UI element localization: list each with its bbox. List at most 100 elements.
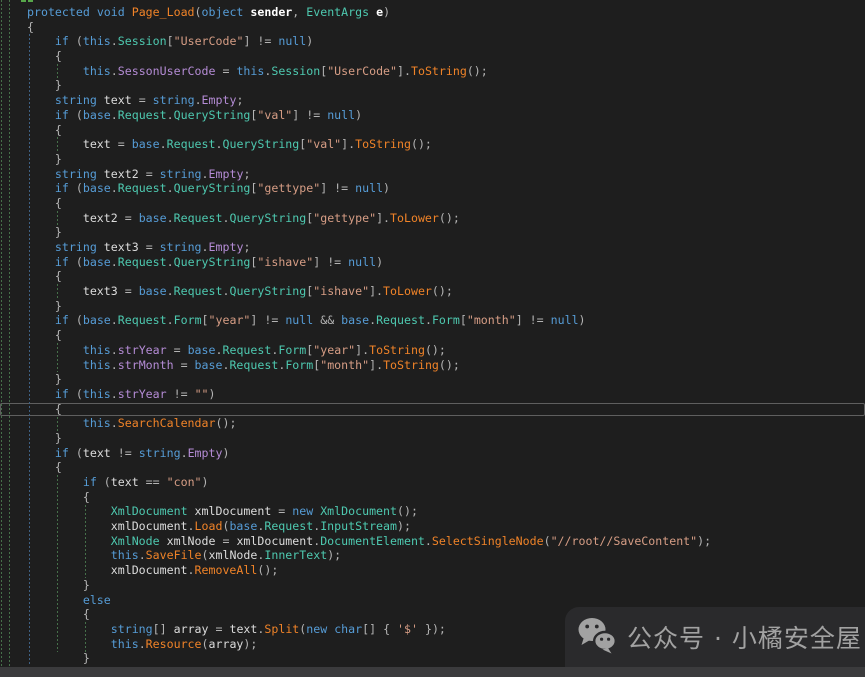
- code-line[interactable]: this.SaveFile(xmlNode.InnerText);: [27, 548, 865, 563]
- code-token: ] !=: [320, 181, 355, 195]
- code-token: ();: [439, 211, 460, 225]
- code-token: .: [425, 313, 432, 327]
- code-line[interactable]: this.strYear = base.Request.Form["year"]…: [27, 343, 865, 358]
- code-line[interactable]: if (base.Request.QueryString["ishave"] !…: [27, 255, 865, 270]
- code-line[interactable]: XmlNode xmlNode = xmlDocument.DocumentEl…: [27, 534, 865, 549]
- code-token: .: [111, 181, 118, 195]
- code-line[interactable]: {: [27, 123, 865, 138]
- code-token: {: [55, 269, 62, 283]
- code-line[interactable]: text2 = base.Request.QueryString["gettyp…: [27, 211, 865, 226]
- code-token: !=: [111, 446, 139, 460]
- code-line[interactable]: protected void Page_Load(object sender, …: [27, 5, 865, 20]
- code-line[interactable]: text = base.Request.QueryString["val"].T…: [27, 137, 865, 152]
- code-token: .: [111, 358, 118, 372]
- code-token: ToString: [369, 343, 425, 357]
- code-token: if: [55, 181, 69, 195]
- code-token: "//root//SaveContent": [551, 534, 698, 548]
- code-line[interactable]: if (text == "con"): [27, 475, 865, 490]
- code-token: Request: [118, 181, 167, 195]
- code-line[interactable]: }: [27, 152, 865, 167]
- code-token: [: [202, 313, 209, 327]
- code-line[interactable]: {: [27, 328, 865, 343]
- code-token: [27, 78, 55, 92]
- watermark-badge: 公众号 · 小橘安全屋: [565, 607, 865, 667]
- code-line[interactable]: if (base.Request.Form["year"] != null &&…: [27, 313, 865, 328]
- code-token: ();: [215, 416, 236, 430]
- code-line[interactable]: if (base.Request.QueryString["val"] != n…: [27, 108, 865, 123]
- code-token: [27, 167, 55, 181]
- code-token: [27, 49, 55, 63]
- code-token: {: [55, 196, 62, 210]
- code-token: ToLower: [390, 211, 439, 225]
- code-line[interactable]: XmlDocument xmlDocument = new XmlDocumen…: [27, 504, 865, 519]
- code-line[interactable]: text3 = base.Request.QueryString["ishave…: [27, 284, 865, 299]
- code-token: object: [202, 5, 244, 19]
- code-token: "": [195, 387, 209, 401]
- code-token: .: [167, 181, 174, 195]
- code-token: Empty: [209, 167, 244, 181]
- code-line[interactable]: }: [27, 78, 865, 93]
- code-token: '$': [397, 622, 418, 636]
- code-token: ToLower: [383, 284, 432, 298]
- code-line[interactable]: {: [27, 49, 865, 64]
- code-token: null: [551, 313, 579, 327]
- code-token: .: [111, 387, 118, 401]
- code-line[interactable]: string text3 = string.Empty;: [27, 240, 865, 255]
- code-line[interactable]: if (this.Session["UserCode"] != null): [27, 34, 865, 49]
- code-line[interactable]: xmlDocument.Load(base.Request.InputStrea…: [27, 519, 865, 534]
- code-line[interactable]: {: [27, 20, 865, 35]
- code-token: strMonth: [118, 358, 174, 372]
- code-token: }: [83, 578, 90, 592]
- code-token: ] !=: [243, 34, 278, 48]
- code-line[interactable]: this.strMonth = base.Request.Form["month…: [27, 358, 865, 373]
- code-line[interactable]: }: [27, 299, 865, 314]
- code-line[interactable]: xmlDocument.RemoveAll();: [27, 563, 865, 578]
- code-token: if: [83, 475, 97, 489]
- code-line[interactable]: if (base.Request.QueryString["gettype"] …: [27, 181, 865, 196]
- code-token: e: [376, 5, 383, 19]
- code-token: null: [348, 255, 376, 269]
- code-token: this: [111, 637, 139, 651]
- code-token: ] !=: [292, 108, 327, 122]
- code-token: }: [55, 78, 62, 92]
- code-token: Session: [271, 64, 320, 78]
- code-line[interactable]: {: [27, 269, 865, 284]
- code-area[interactable]: protected void Page_Load(object sender, …: [0, 0, 865, 667]
- code-token: =: [215, 64, 236, 78]
- code-line[interactable]: string text = string.Empty;: [27, 93, 865, 108]
- code-token: [90, 5, 97, 19]
- code-line[interactable]: }: [27, 431, 865, 446]
- code-token: SelectSingleNode: [432, 534, 544, 548]
- code-line[interactable]: string text2 = string.Empty;: [27, 167, 865, 182]
- code-token: [27, 328, 55, 342]
- code-line[interactable]: if (this.strYear != ""): [27, 387, 865, 402]
- code-token: =: [118, 137, 132, 151]
- code-line[interactable]: {: [27, 196, 865, 211]
- code-token: new: [292, 504, 313, 518]
- code-line[interactable]: }: [27, 578, 865, 593]
- code-line[interactable]: if (text != string.Empty): [27, 446, 865, 461]
- code-token: {: [27, 20, 34, 34]
- code-token: .: [111, 416, 118, 430]
- code-token: (: [97, 475, 111, 489]
- code-line[interactable]: }: [27, 225, 865, 240]
- code-token: {: [55, 49, 62, 63]
- code-token: [27, 34, 55, 48]
- code-token: ): [383, 5, 390, 19]
- code-line[interactable]: {: [27, 460, 865, 475]
- code-token: .: [111, 64, 118, 78]
- code-token: "val": [306, 137, 341, 151]
- code-token: .: [181, 446, 188, 460]
- code-line[interactable]: else: [27, 593, 865, 608]
- code-line[interactable]: this.SessonUserCode = this.Session["User…: [27, 64, 865, 79]
- code-line[interactable]: {: [27, 402, 865, 417]
- code-line[interactable]: this.SearchCalendar();: [27, 416, 865, 431]
- code-token: if: [55, 34, 69, 48]
- code-token: .: [167, 255, 174, 269]
- code-line[interactable]: {: [27, 490, 865, 505]
- code-token: strYear: [118, 343, 167, 357]
- code-token: &&: [313, 313, 341, 327]
- code-line[interactable]: }: [27, 372, 865, 387]
- code-token: Form: [174, 313, 202, 327]
- code-token: xmlDocument: [236, 534, 313, 548]
